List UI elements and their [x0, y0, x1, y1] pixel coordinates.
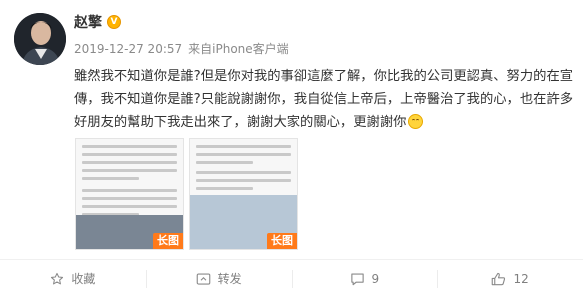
- post-text: 雖然我不知道你是誰?但是你对我的事卻這麼了解，你比我的公司更認真、努力的在宣傳，…: [74, 65, 574, 134]
- post-image-1[interactable]: 长图: [75, 138, 184, 250]
- avatar-photo: [14, 13, 66, 65]
- post-timestamp[interactable]: 2019-12-27 20:57: [74, 42, 182, 56]
- thumbs-up-icon: [492, 272, 506, 285]
- like-button[interactable]: 12: [437, 260, 583, 297]
- favorite-label: 收藏: [71, 272, 96, 286]
- post-source-prefix: 来自: [188, 42, 213, 56]
- comment-icon: [350, 272, 364, 285]
- smile-icon: [408, 114, 424, 129]
- long-image-badge: 长图: [267, 233, 297, 249]
- like-count: 12: [513, 271, 529, 286]
- repost-label: 转发: [217, 272, 242, 286]
- user-header: 赵擎 V: [74, 12, 121, 32]
- user-name[interactable]: 赵擎: [74, 12, 102, 32]
- favorite-button[interactable]: 收藏: [0, 260, 146, 297]
- image-text-preview: [82, 145, 177, 221]
- image-text-preview: [196, 145, 291, 195]
- long-image-badge: 长图: [153, 233, 183, 249]
- comment-button[interactable]: 9: [291, 260, 438, 297]
- star-icon: [51, 272, 64, 284]
- repost-icon: [196, 272, 210, 285]
- repost-button[interactable]: 转发: [145, 260, 292, 297]
- avatar[interactable]: [14, 13, 66, 65]
- post-content: 雖然我不知道你是誰?但是你对我的事卻這麼了解，你比我的公司更認真、努力的在宣傳，…: [74, 65, 574, 134]
- post-text-body: 雖然我不知道你是誰?但是你对我的事卻這麼了解，你比我的公司更認真、努力的在宣傳，…: [74, 69, 574, 130]
- verified-icon: V: [107, 15, 121, 29]
- post-image-2[interactable]: 长图: [189, 138, 298, 250]
- post-meta: 2019-12-27 20:57 来自iPhone客户端: [74, 40, 295, 57]
- comment-count: 9: [371, 271, 380, 286]
- post-source[interactable]: iPhone客户端: [212, 42, 289, 56]
- action-bar: 收藏 转发 9 12: [0, 259, 583, 297]
